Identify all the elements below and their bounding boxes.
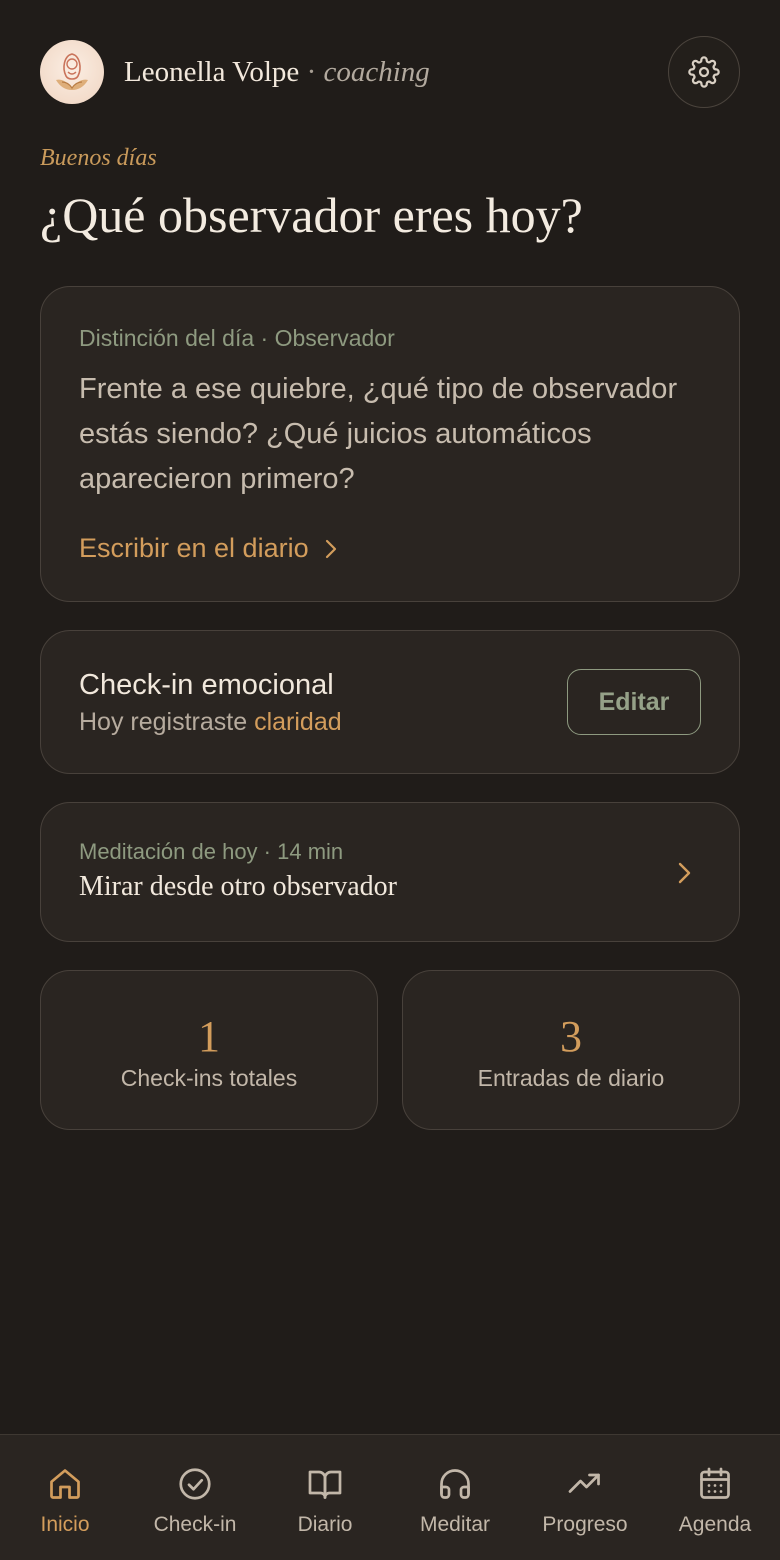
distinction-label: Distinción del día · Observador <box>79 325 395 351</box>
emotional-checkin-card: Check-in emocional Hoy registraste clari… <box>40 630 740 774</box>
book-icon <box>306 1465 344 1503</box>
lotus-woman-logo <box>56 53 88 90</box>
avatar[interactable] <box>40 40 104 104</box>
brand-role: coaching <box>323 55 430 88</box>
nav-label: Inicio <box>40 1513 90 1536</box>
stat-checkins: 1 Check-ins totales <box>40 970 378 1130</box>
nav-label: Progreso <box>542 1513 628 1536</box>
brand-separator: · <box>306 55 317 88</box>
nav-item-progreso[interactable]: Progreso <box>520 1435 650 1560</box>
chevron-right-icon <box>325 539 336 558</box>
chevron-right-icon <box>678 862 691 884</box>
nav-item-inicio[interactable]: Inicio <box>0 1435 130 1560</box>
stat-value: 3 <box>560 1012 582 1061</box>
stat-value: 1 <box>198 1012 220 1061</box>
nav-item-check-in[interactable]: Check-in <box>130 1435 260 1560</box>
headphones-icon <box>436 1465 474 1503</box>
stat-journal-entries: 3 Entradas de diario <box>402 970 740 1130</box>
checkin-summary: Hoy registraste claridad <box>79 708 342 737</box>
meditation-card[interactable]: Meditación de hoy · 14 min Mirar desde o… <box>40 802 740 942</box>
coach-name: Leonella Volpe <box>124 55 300 88</box>
home-screen: Leonella Volpe · coaching Buenos días ¿Q… <box>0 0 780 1560</box>
meditation-title: Mirar desde otro observador <box>79 871 398 902</box>
nav-label: Diario <box>297 1513 353 1536</box>
nav-item-meditar[interactable]: Meditar <box>390 1435 520 1560</box>
home-icon <box>46 1465 84 1503</box>
check-circle-icon <box>176 1465 214 1503</box>
meditation-label: Meditación de hoy · 14 min <box>79 839 344 864</box>
nav-label: Check-in <box>153 1513 237 1536</box>
distinction-card: Distinción del día · Observador Frente a… <box>40 286 740 602</box>
greeting: Buenos días <box>40 145 157 171</box>
checkin-title: Check-in emocional <box>79 669 334 701</box>
checkin-emotion: claridad <box>254 708 342 736</box>
write-journal-link[interactable]: Escribir en el diario <box>79 533 341 564</box>
nav-label: Agenda <box>678 1513 752 1536</box>
settings-button[interactable] <box>668 36 740 108</box>
calendar-icon <box>696 1465 734 1503</box>
header: Leonella Volpe · coaching <box>40 36 740 108</box>
page-title: ¿Qué observador eres hoy? <box>40 187 583 243</box>
nav-label: Meditar <box>419 1513 491 1536</box>
trending-up-icon <box>566 1465 604 1503</box>
gear-icon <box>688 56 720 88</box>
edit-checkin-button[interactable]: Editar <box>567 669 701 735</box>
write-journal-label: Escribir en el diario <box>79 533 309 563</box>
distinction-text: Frente a ese quiebre, ¿qué tipo de obser… <box>79 373 678 495</box>
bottom-nav: Inicio Check-in Diario Meditar Progreso … <box>0 1434 780 1560</box>
nav-item-agenda[interactable]: Agenda <box>650 1435 780 1560</box>
stat-label: Check-ins totales <box>120 1065 298 1091</box>
stat-label: Entradas de diario <box>477 1065 665 1091</box>
nav-item-diario[interactable]: Diario <box>260 1435 390 1560</box>
checkin-summary-prefix: Hoy registraste <box>79 708 248 736</box>
brand-title: Leonella Volpe · coaching <box>124 56 430 89</box>
